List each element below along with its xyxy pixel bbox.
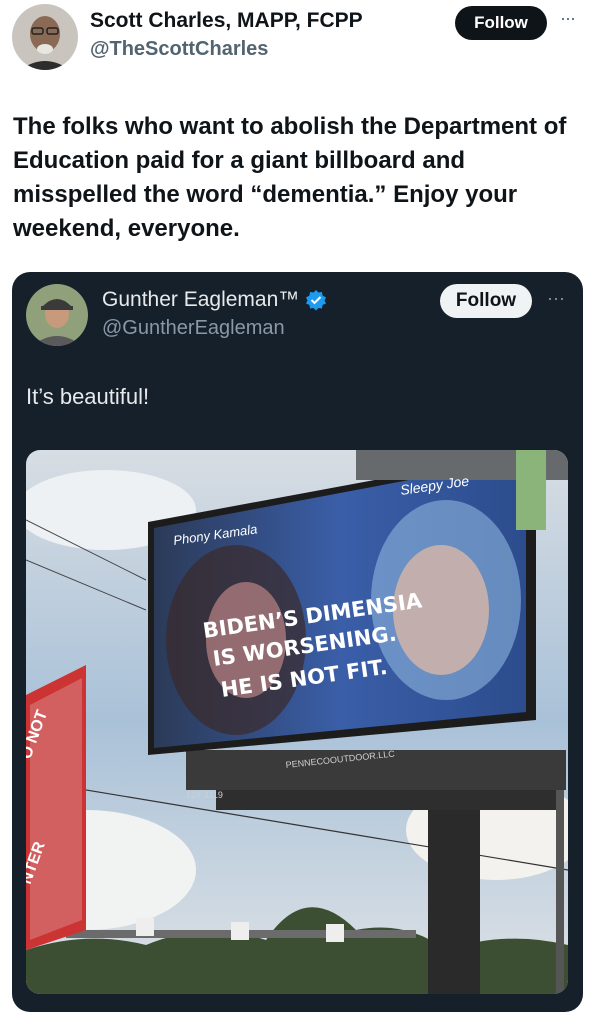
tweet-text: The folks who want to abolish the Depart… — [13, 113, 567, 242]
billboard-photo[interactable]: Phony Kamala Sleepy Joe BIDEN’S DIMENSIA… — [26, 450, 568, 994]
quoted-tweet-card[interactable]: Gunther Eagleman™ @GuntherEagleman Follo… — [12, 272, 583, 1012]
quoted-author-handle[interactable]: @GuntherEagleman — [102, 317, 285, 340]
author-avatar-image — [12, 4, 78, 70]
billboard-photo-image: Phony Kamala Sleepy Joe BIDEN’S DIMENSIA… — [26, 450, 568, 994]
follow-button[interactable]: Follow — [455, 6, 547, 40]
quoted-follow-button[interactable]: Follow — [440, 284, 532, 318]
author-handle[interactable]: @TheScottCharles — [90, 38, 268, 61]
quoted-tweet-text: It’s beautiful! — [26, 384, 150, 409]
more-options-icon[interactable]: ··· — [560, 8, 576, 29]
author-avatar[interactable] — [12, 4, 78, 70]
quoted-author-name[interactable]: Gunther Eagleman™ — [102, 288, 299, 312]
quoted-avatar-image — [26, 284, 88, 346]
quoted-more-options-icon[interactable]: ··· — [547, 288, 565, 309]
billboard-id: 12# 3119 — [186, 790, 223, 800]
verified-badge-icon — [306, 290, 327, 311]
quoted-author-avatar[interactable] — [26, 284, 88, 346]
quoted-author-name-row[interactable]: Gunther Eagleman™ — [102, 288, 327, 312]
author-name[interactable]: Scott Charles, MAPP, FCPP — [90, 9, 363, 33]
